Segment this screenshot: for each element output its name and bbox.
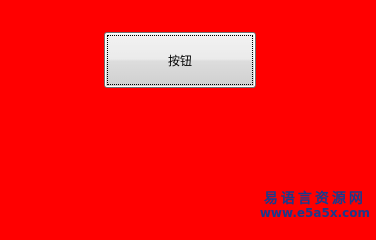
button-focus-rect: 按钮 [107,35,253,85]
window-client-area: 按钮 易语言资源网 www.e5a5x.com [0,0,376,225]
site-watermark: 易语言资源网 www.e5a5x.com [260,191,370,221]
watermark-title: 易语言资源网 [263,191,366,208]
watermark-url: www.e5a5x.com [259,206,370,221]
button-label: 按钮 [167,53,192,68]
action-button[interactable]: 按钮 [104,32,256,88]
